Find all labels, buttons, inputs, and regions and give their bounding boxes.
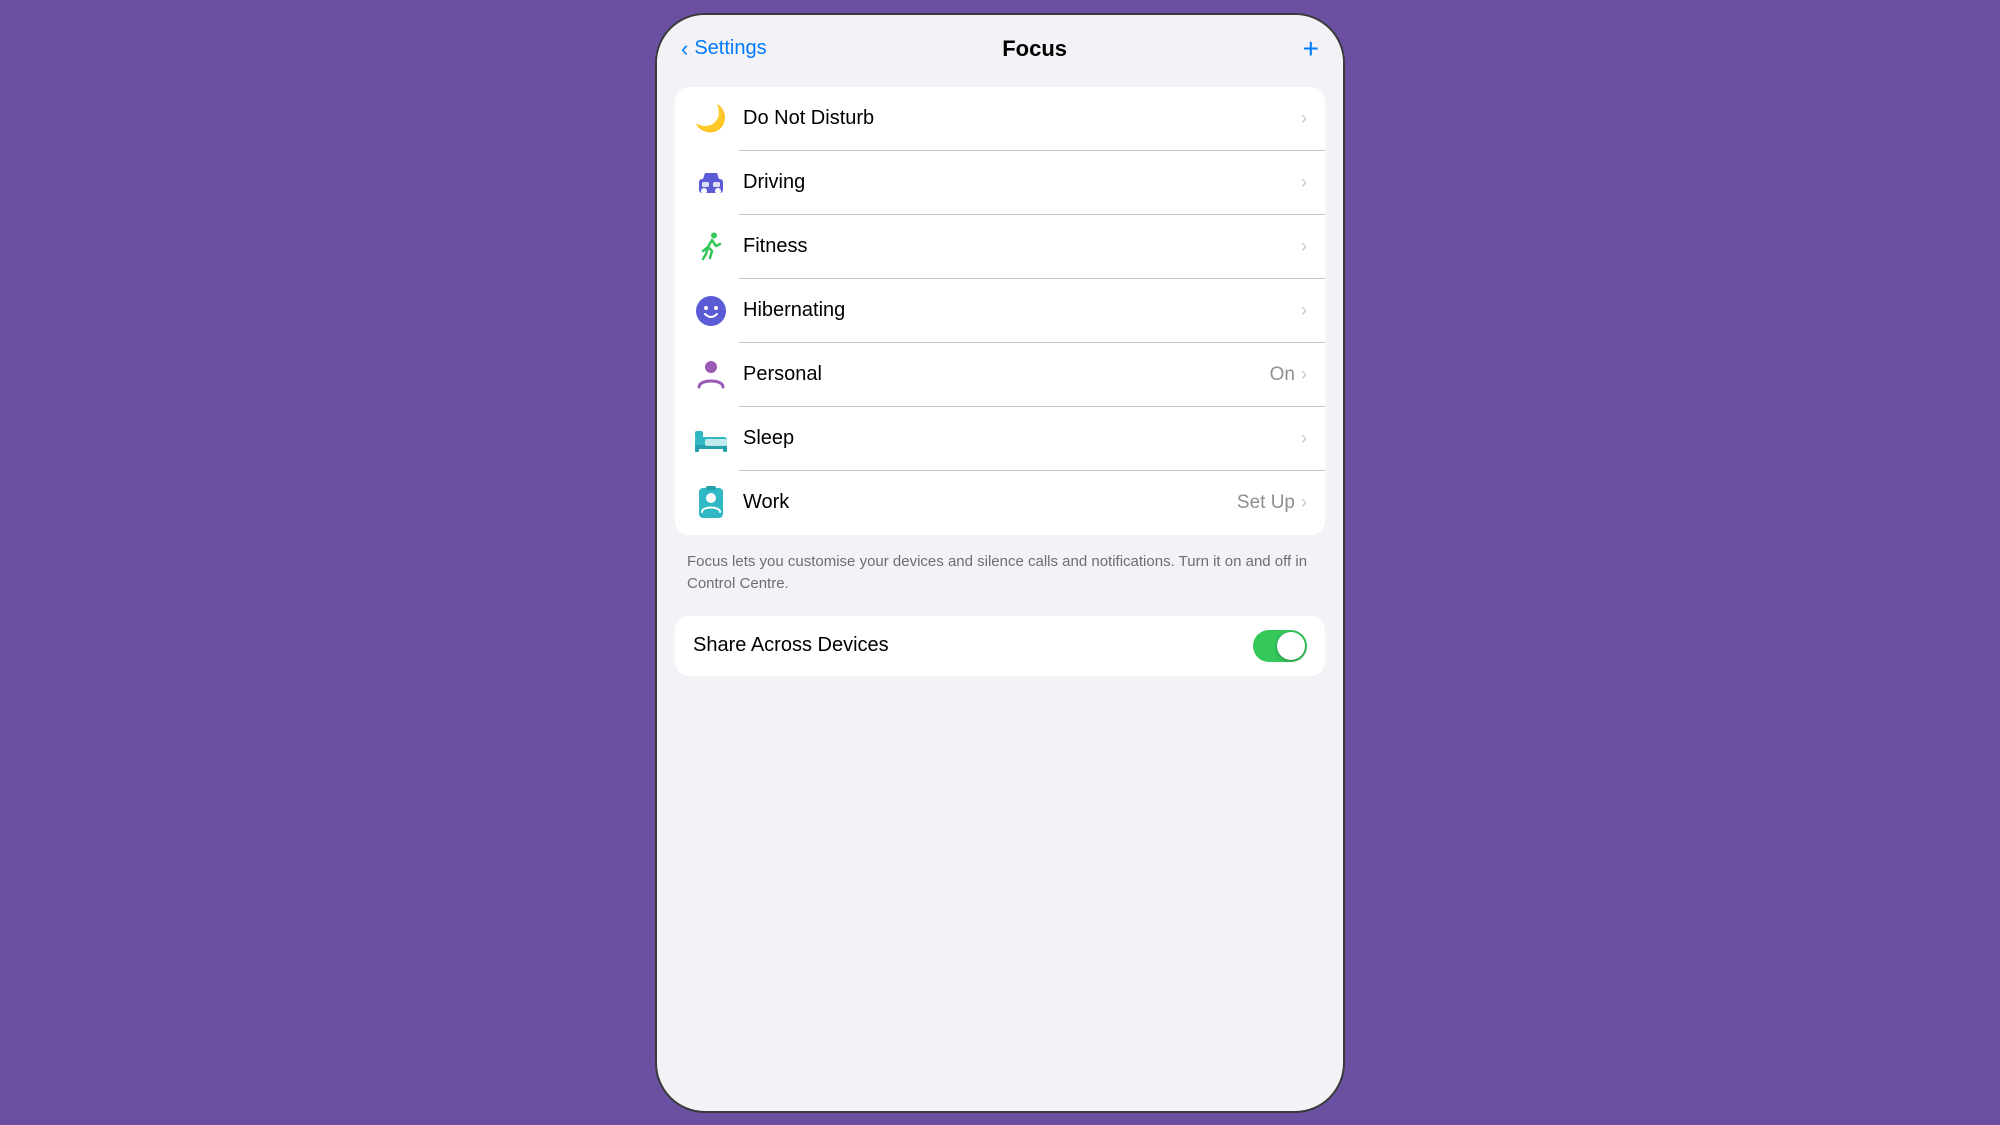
focus-description: Focus lets you customise your devices an… [657,541,1343,610]
person-icon [693,357,729,393]
chevron-icon-driving: › [1301,172,1307,193]
moon-icon: 🌙 [693,101,729,137]
back-label: Settings [694,37,766,60]
share-devices-toggle[interactable] [1253,630,1307,662]
work-status: Set Up [1237,492,1295,514]
personal-label: Personal [743,363,1270,386]
focus-item-fitness[interactable]: Fitness › [675,215,1325,279]
runner-icon [693,229,729,265]
page-title: Focus [1002,36,1067,62]
back-button[interactable]: ‹ Settings [681,36,767,62]
add-button[interactable]: + [1303,33,1319,65]
focus-item-personal[interactable]: Personal On › [675,343,1325,407]
focus-item-sleep[interactable]: Sleep › [675,407,1325,471]
smile-icon [693,293,729,329]
share-devices-label: Share Across Devices [693,634,1253,657]
bed-icon [693,421,729,457]
share-devices-section: Share Across Devices [675,616,1325,676]
focus-item-work[interactable]: Work Set Up › [675,471,1325,535]
phone-frame: ‹ Settings Focus + 🌙 Do Not Disturb › [655,13,1345,1113]
fitness-label: Fitness [743,235,1301,258]
share-devices-item: Share Across Devices [675,616,1325,676]
badge-icon [693,485,729,521]
chevron-icon-hibernating: › [1301,300,1307,321]
focus-item-do-not-disturb[interactable]: 🌙 Do Not Disturb › [675,87,1325,151]
focus-item-hibernating[interactable]: Hibernating › [675,279,1325,343]
back-chevron-icon: ‹ [681,36,688,62]
driving-label: Driving [743,171,1301,194]
toggle-knob [1277,632,1305,660]
content-area: 🌙 Do Not Disturb › Driving › [657,75,1343,1111]
chevron-icon-dnd: › [1301,108,1307,129]
personal-status: On [1270,364,1295,386]
chevron-icon-fitness: › [1301,236,1307,257]
do-not-disturb-label: Do Not Disturb [743,107,1301,130]
focus-list: 🌙 Do Not Disturb › Driving › [675,87,1325,535]
work-label: Work [743,491,1237,514]
focus-item-driving[interactable]: Driving › [675,151,1325,215]
sleep-label: Sleep [743,427,1301,450]
hibernating-label: Hibernating [743,299,1301,322]
chevron-icon-personal: › [1301,364,1307,385]
chevron-icon-work: › [1301,492,1307,513]
chevron-icon-sleep: › [1301,428,1307,449]
car-icon [693,165,729,201]
nav-bar: ‹ Settings Focus + [657,15,1343,75]
